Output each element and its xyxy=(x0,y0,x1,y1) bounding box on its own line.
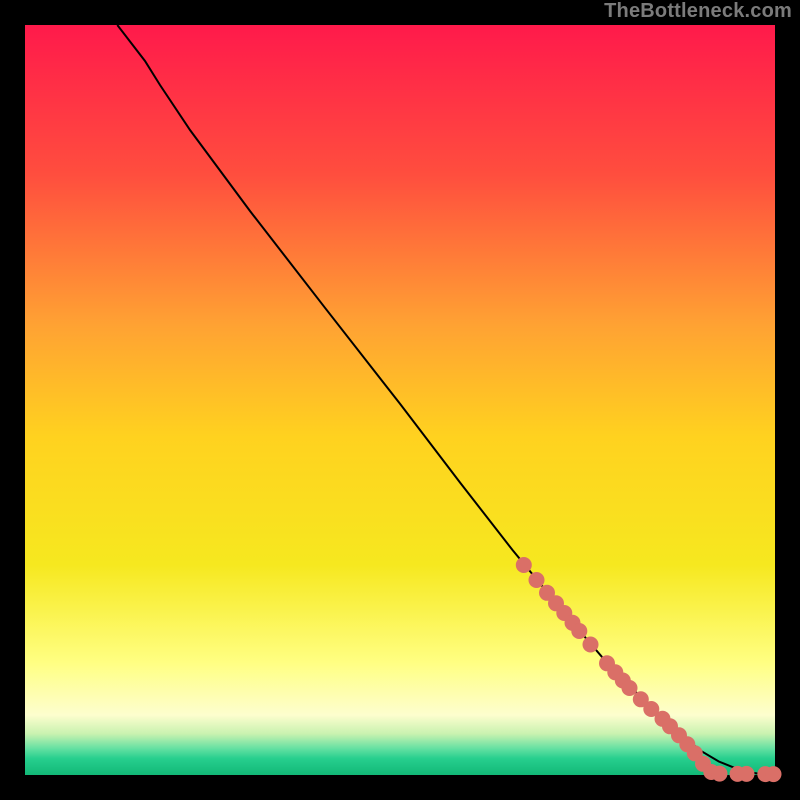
watermark-text: TheBottleneck.com xyxy=(604,0,792,23)
scatter-point xyxy=(712,766,728,782)
scatter-point xyxy=(571,623,587,639)
chart-stage: TheBottleneck.com xyxy=(0,0,800,800)
scatter-point xyxy=(516,557,532,573)
chart-svg xyxy=(0,0,800,800)
scatter-point xyxy=(622,680,638,696)
scatter-point xyxy=(739,766,755,782)
scatter-point xyxy=(583,637,599,653)
plot-background xyxy=(25,25,775,775)
scatter-point xyxy=(529,572,545,588)
scatter-point xyxy=(766,766,782,782)
